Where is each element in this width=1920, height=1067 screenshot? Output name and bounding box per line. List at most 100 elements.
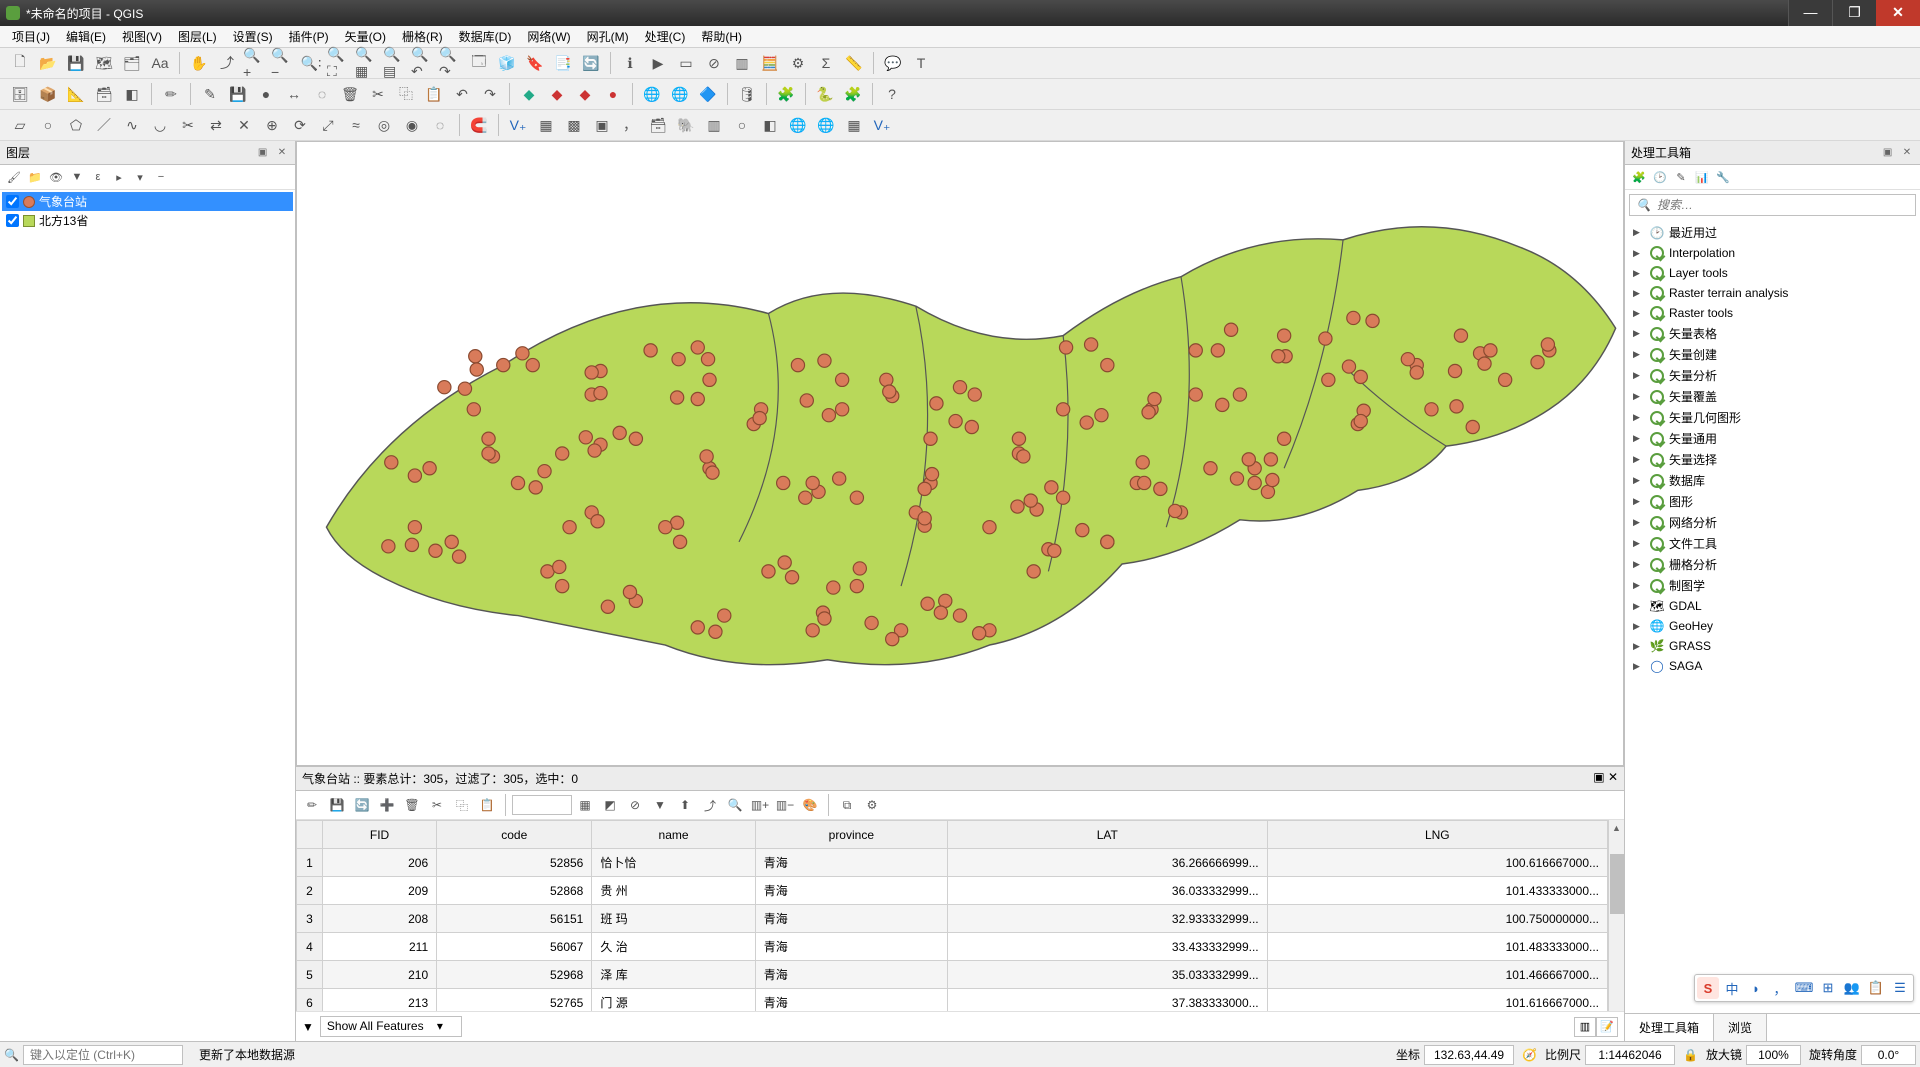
station-point[interactable] xyxy=(1059,341,1072,354)
algorithm-group[interactable]: ▶ 矢量表格 xyxy=(1627,323,1918,344)
select-button[interactable]: ▭ xyxy=(673,50,699,76)
split-button[interactable]: ✕ xyxy=(231,112,257,138)
decoration-scalebar-button[interactable]: ◆ xyxy=(544,81,570,107)
station-point[interactable] xyxy=(701,353,714,366)
station-point[interactable] xyxy=(1142,406,1155,419)
station-point[interactable] xyxy=(1319,332,1332,345)
attr-zoom-to-button[interactable]: 🔍 xyxy=(724,794,746,816)
station-point[interactable] xyxy=(1024,494,1037,507)
station-point[interactable] xyxy=(445,535,458,548)
new-geopackage-button[interactable]: 📦 xyxy=(35,81,61,107)
expand-all-button[interactable]: ▸ xyxy=(110,168,128,186)
station-point[interactable] xyxy=(1272,350,1285,363)
map-tips-button[interactable]: 💬 xyxy=(880,50,906,76)
collapse-all-button[interactable]: ▾ xyxy=(131,168,149,186)
attr-select-all-button[interactable]: ▦ xyxy=(574,794,596,816)
locator-input[interactable] xyxy=(23,1045,183,1065)
station-point[interactable] xyxy=(953,381,966,394)
add-raster-button[interactable]: ▩ xyxy=(561,112,587,138)
station-point[interactable] xyxy=(497,358,510,371)
expand-arrow-icon[interactable]: ▶ xyxy=(1633,475,1645,486)
station-point[interactable] xyxy=(791,358,804,371)
station-point[interactable] xyxy=(563,521,576,534)
cell-lat[interactable]: 35.033332999... xyxy=(947,961,1267,989)
add-virtual-button[interactable]: ◧ xyxy=(757,112,783,138)
layer-node[interactable]: 气象台站 xyxy=(2,192,293,211)
attr-dock-button[interactable]: ⧉ xyxy=(836,794,858,816)
station-point[interactable] xyxy=(1216,398,1229,411)
menu-item[interactable]: 帮助(H) xyxy=(693,26,750,47)
station-point[interactable] xyxy=(934,606,947,619)
rotate-button[interactable]: ⟳ xyxy=(287,112,313,138)
toolbox-button[interactable]: ⚙ xyxy=(785,50,811,76)
algorithm-group[interactable]: ▶ 🌐 GeoHey xyxy=(1627,616,1918,636)
station-point[interactable] xyxy=(1101,535,1114,548)
magnifier-input[interactable] xyxy=(1746,1045,1801,1065)
edit-layer-button[interactable]: ✏ xyxy=(158,81,184,107)
toolbox-edit-button[interactable]: ✎ xyxy=(1672,168,1690,186)
algorithm-group[interactable]: ▶ 🌿 GRASS xyxy=(1627,636,1918,656)
station-point[interactable] xyxy=(594,386,607,399)
pan-map-button[interactable]: ✋ xyxy=(186,50,212,76)
station-point[interactable] xyxy=(1454,329,1467,342)
fillring-button[interactable]: ◉ xyxy=(399,112,425,138)
expand-arrow-icon[interactable]: ▶ xyxy=(1633,349,1645,360)
attr-paste-button[interactable]: 📋 xyxy=(476,794,498,816)
open-attribute-table-button[interactable]: ▥ xyxy=(729,50,755,76)
attr-addfeature-button[interactable]: ➕ xyxy=(376,794,398,816)
zoom-native-button[interactable]: 🔍∶ xyxy=(298,50,324,76)
toolbox-undock-icon[interactable]: ▣ xyxy=(1881,147,1895,161)
attr-newfield-button[interactable]: ▥+ xyxy=(749,794,771,816)
station-point[interactable] xyxy=(1012,432,1025,445)
decoration-northarrow-button[interactable]: ◆ xyxy=(572,81,598,107)
attr-filter-button[interactable]: ▼ xyxy=(649,794,671,816)
attr-undock-icon[interactable]: ▣ xyxy=(1593,770,1604,784)
station-point[interactable] xyxy=(1264,453,1277,466)
station-point[interactable] xyxy=(1531,356,1544,369)
form-view-button[interactable]: 📝 xyxy=(1596,1017,1618,1037)
table-row[interactable]: 3 208 56151 班 玛 青海 32.933332999... 100.7… xyxy=(297,905,1608,933)
identify-button[interactable]: ℹ xyxy=(617,50,643,76)
node-tool-button[interactable]: ◌ xyxy=(309,81,335,107)
add-wfs-button[interactable]: 🌐 xyxy=(667,81,693,107)
cell-province[interactable]: 青海 xyxy=(755,849,947,877)
toolbox-search-input[interactable] xyxy=(1657,198,1909,212)
station-point[interactable] xyxy=(1084,338,1097,351)
digitize-poly-button[interactable]: ⬠ xyxy=(63,112,89,138)
station-point[interactable] xyxy=(1011,500,1024,513)
menu-item[interactable]: 矢量(O) xyxy=(337,26,394,47)
expand-arrow-icon[interactable]: ▶ xyxy=(1633,621,1645,632)
attr-invert-button[interactable]: ◩ xyxy=(599,794,621,816)
cell-fid[interactable]: 208 xyxy=(323,905,437,933)
attribute-table[interactable]: FIDcodenameprovinceLATLNG1 206 52856 恰卜恰… xyxy=(296,820,1608,1011)
algorithm-tree[interactable]: ▶ 🕑 最近用过▶ Interpolation▶ Layer tools▶ Ra… xyxy=(1625,220,1920,1013)
column-header[interactable]: FID xyxy=(323,821,437,849)
station-point[interactable] xyxy=(1101,358,1114,371)
decoration-title-button[interactable]: ◆ xyxy=(516,81,542,107)
station-point[interactable] xyxy=(1342,360,1355,373)
algorithm-group[interactable]: ▶ 矢量几何图形 xyxy=(1627,407,1918,428)
add-wcs-button[interactable]: 🌐 xyxy=(813,112,839,138)
expand-arrow-icon[interactable]: ▶ xyxy=(1633,308,1645,319)
station-point[interactable] xyxy=(538,465,551,478)
add-oracle-button[interactable]: ○ xyxy=(729,112,755,138)
row-number[interactable]: 6 xyxy=(297,989,323,1012)
add-vector-button[interactable]: ▦ xyxy=(533,112,559,138)
station-point[interactable] xyxy=(408,521,421,534)
station-point[interactable] xyxy=(408,469,421,482)
station-point[interactable] xyxy=(691,621,704,634)
expand-arrow-icon[interactable]: ▶ xyxy=(1633,288,1645,299)
station-point[interactable] xyxy=(382,540,395,553)
station-point[interactable] xyxy=(423,462,436,475)
menu-item[interactable]: 处理(C) xyxy=(637,26,694,47)
station-point[interactable] xyxy=(1401,353,1414,366)
station-point[interactable] xyxy=(1278,432,1291,445)
station-point[interactable] xyxy=(623,585,636,598)
cell-code[interactable]: 52856 xyxy=(437,849,592,877)
ime-button[interactable]: ⊞ xyxy=(1817,977,1839,999)
simplify-button[interactable]: ≈ xyxy=(343,112,369,138)
attribute-table-scroll[interactable]: FIDcodenameprovinceLATLNG1 206 52856 恰卜恰… xyxy=(296,820,1624,1011)
cell-lat[interactable]: 36.266666999... xyxy=(947,849,1267,877)
cell-lat[interactable]: 33.433332999... xyxy=(947,933,1267,961)
expand-arrow-icon[interactable]: ▶ xyxy=(1633,496,1645,507)
